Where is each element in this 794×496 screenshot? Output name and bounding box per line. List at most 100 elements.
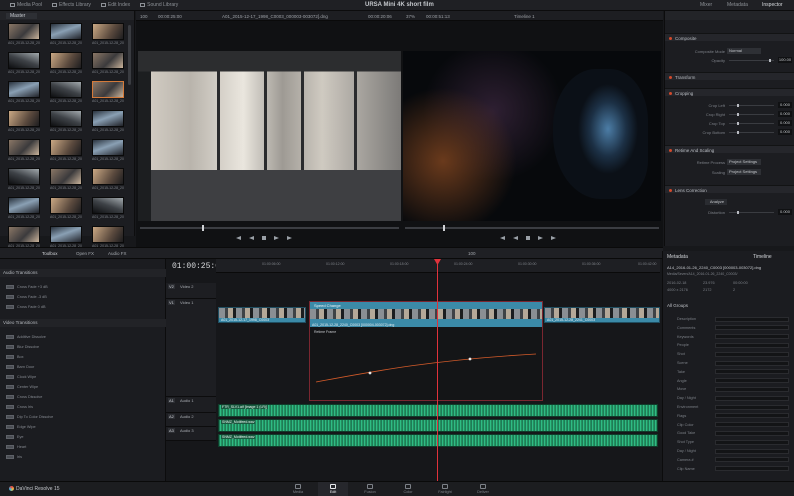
metadata-field-input[interactable]: [715, 334, 789, 340]
metadata-field-input[interactable]: [715, 351, 789, 357]
video-clip[interactable]: A01_2015-12-17_1998_C0003: [218, 307, 306, 323]
distortion-slider[interactable]: [729, 211, 774, 214]
fx-item[interactable]: Cross Iris: [6, 403, 126, 410]
metadata-field-input[interactable]: [715, 457, 789, 463]
metadata-field-input[interactable]: [715, 413, 789, 419]
fx-item[interactable]: Cross Fade +3 dB: [6, 283, 126, 290]
clip-thumbnail-selected[interactable]: A01_2015-12-28_200...: [92, 81, 124, 105]
clip-thumbnail[interactable]: A01_2015-12-28_200...: [50, 197, 82, 221]
toolbox-tab[interactable]: Toolbox: [42, 251, 58, 256]
clip-thumbnail[interactable]: A01_2015-12-28_200...: [50, 81, 82, 105]
fx-item[interactable]: Cross Fade -3 dB: [6, 293, 126, 300]
metadata-field-input[interactable]: [715, 378, 789, 384]
clip-thumbnail[interactable]: A01_2015-12-28_200...: [8, 81, 40, 105]
stop-icon[interactable]: [526, 236, 530, 240]
composite-section[interactable]: Composite: [665, 33, 794, 41]
video-clip[interactable]: A01_2015-12-28_2241_C0003: [544, 307, 660, 323]
metadata-field-input[interactable]: [715, 448, 789, 454]
metadata-field-input[interactable]: [715, 439, 789, 445]
crop-right-slider[interactable]: [729, 113, 774, 116]
lens-correction-section[interactable]: Lens Correction: [665, 185, 794, 193]
fx-item[interactable]: Center Wipe: [6, 383, 126, 390]
clip-thumbnail[interactable]: A01_2015-12-28_200...: [92, 139, 124, 163]
fx-item[interactable]: Cross Fade 0 dB: [6, 303, 126, 310]
reverse-play-icon[interactable]: [249, 236, 254, 240]
clip-thumbnail[interactable]: A01_2015-12-28_200...: [92, 197, 124, 221]
clip-thumbnail[interactable]: A01_2015-12-28_200...: [50, 110, 82, 134]
fx-item[interactable]: Additive Dissolve: [6, 333, 126, 340]
metadata-field-input[interactable]: [715, 430, 789, 436]
edit-index-button[interactable]: Edit Index: [100, 2, 130, 8]
audio-clip-1[interactable]: FTR_SLV1.aif [Image 1 (LR)]: [218, 404, 658, 417]
page-color[interactable]: Color: [393, 482, 423, 496]
audio-clip-3[interactable]: SNMZ_Motifeed.wav: [218, 434, 658, 447]
clip-thumbnail[interactable]: A01_2015-12-28_200...: [50, 52, 82, 76]
clip-thumbnail[interactable]: A01_2015-12-28_200...: [92, 168, 124, 192]
rewind-icon[interactable]: [236, 236, 241, 240]
video-transitions-header[interactable]: Video Transitions: [0, 319, 166, 327]
opacity-value[interactable]: 100.00: [778, 57, 792, 63]
inspector-tab[interactable]: Inspector: [762, 2, 783, 8]
metadata-tab[interactable]: Metadata: [727, 2, 748, 8]
bin-selector[interactable]: Master: [6, 12, 38, 19]
program-zoom[interactable]: 37%: [406, 14, 415, 19]
fx-item[interactable]: Heart: [6, 443, 126, 450]
program-viewer-image[interactable]: [403, 51, 661, 221]
opacity-slider[interactable]: [729, 59, 774, 62]
metadata-field-input[interactable]: [715, 422, 789, 428]
play-icon[interactable]: [274, 236, 279, 240]
track-header-audio-3[interactable]: A3 Audio 3: [166, 427, 216, 441]
clip-thumbnail[interactable]: A01_2015-12-28_200...: [8, 139, 40, 163]
page-edit[interactable]: Edit: [318, 482, 348, 496]
page-media[interactable]: Media: [283, 482, 313, 496]
audio-clip-2[interactable]: SNMZ_Motifeed.wav: [218, 419, 658, 432]
metadata-field-input[interactable]: [715, 404, 789, 410]
page-deliver[interactable]: Deliver: [468, 482, 498, 496]
metadata-field-input[interactable]: [715, 360, 789, 366]
timeline-playhead[interactable]: [437, 259, 438, 481]
crop-top-slider[interactable]: [729, 122, 774, 125]
metadata-field-input[interactable]: [715, 316, 789, 322]
clip-thumbnail[interactable]: A01_2015-12-28_200...: [92, 52, 124, 76]
source-zoom[interactable]: 100: [140, 14, 148, 19]
fx-item[interactable]: Clock Wipe: [6, 373, 126, 380]
sound-library-button[interactable]: Sound Library: [140, 2, 178, 8]
stop-icon[interactable]: [262, 236, 266, 240]
metadata-field-input[interactable]: [715, 466, 789, 472]
metadata-field-input[interactable]: [715, 369, 789, 375]
source-scrubber[interactable]: [140, 225, 399, 231]
track-header-video-2[interactable]: V2 Video 2: [166, 283, 216, 299]
clip-thumbnail[interactable]: A01_2015-12-28_200...: [8, 168, 40, 192]
fast-forward-icon[interactable]: [551, 236, 556, 240]
source-viewer-image[interactable]: [138, 51, 401, 221]
open-fx-tab[interactable]: Open FX: [76, 251, 94, 256]
clip-thumbnail[interactable]: A01_2015-12-28_200...: [8, 110, 40, 134]
effects-library-button[interactable]: Effects Library: [52, 2, 91, 8]
clip-thumbnail[interactable]: A01_2015-12-28_200...: [50, 23, 82, 47]
crop-bottom-slider[interactable]: [729, 131, 774, 134]
clip-thumbnail[interactable]: A01_2015-12-28_200...: [8, 52, 40, 76]
metadata-field-input[interactable]: [715, 342, 789, 348]
metadata-field-input[interactable]: [715, 325, 789, 331]
media-pool-button[interactable]: Media Pool: [10, 2, 42, 8]
audio-fx-tab[interactable]: Audio FX: [108, 251, 127, 256]
fx-item[interactable]: Barn Door: [6, 363, 126, 370]
fast-forward-icon[interactable]: [287, 236, 292, 240]
clip-thumbnail[interactable]: A01_2015-12-28_200...: [50, 168, 82, 192]
cropping-section[interactable]: Cropping: [665, 88, 794, 96]
reverse-play-icon[interactable]: [513, 236, 518, 240]
composite-mode-select[interactable]: Normal: [727, 48, 761, 54]
clip-thumbnail[interactable]: A01_2015-12-28_200...: [8, 197, 40, 221]
fx-item[interactable]: Box: [6, 353, 126, 360]
all-groups-select[interactable]: All Groups: [667, 303, 688, 308]
clip-thumbnail[interactable]: A01_2015-12-28_200...: [50, 139, 82, 163]
retime-curve[interactable]: [310, 332, 542, 402]
timeline-tab[interactable]: Timeline: [753, 254, 772, 260]
clip-thumbnail[interactable]: A01_2015-12-28_200...: [8, 23, 40, 47]
page-fusion[interactable]: Fusion: [355, 482, 385, 496]
fx-item[interactable]: Edge Wipe: [6, 423, 126, 430]
track-header-audio-1[interactable]: A1 Audio 1: [166, 397, 216, 413]
scaling-select[interactable]: Project Settings: [727, 169, 761, 175]
rewind-icon[interactable]: [500, 236, 505, 240]
clip-thumbnail[interactable]: A01_2015-12-28_200...: [92, 23, 124, 47]
